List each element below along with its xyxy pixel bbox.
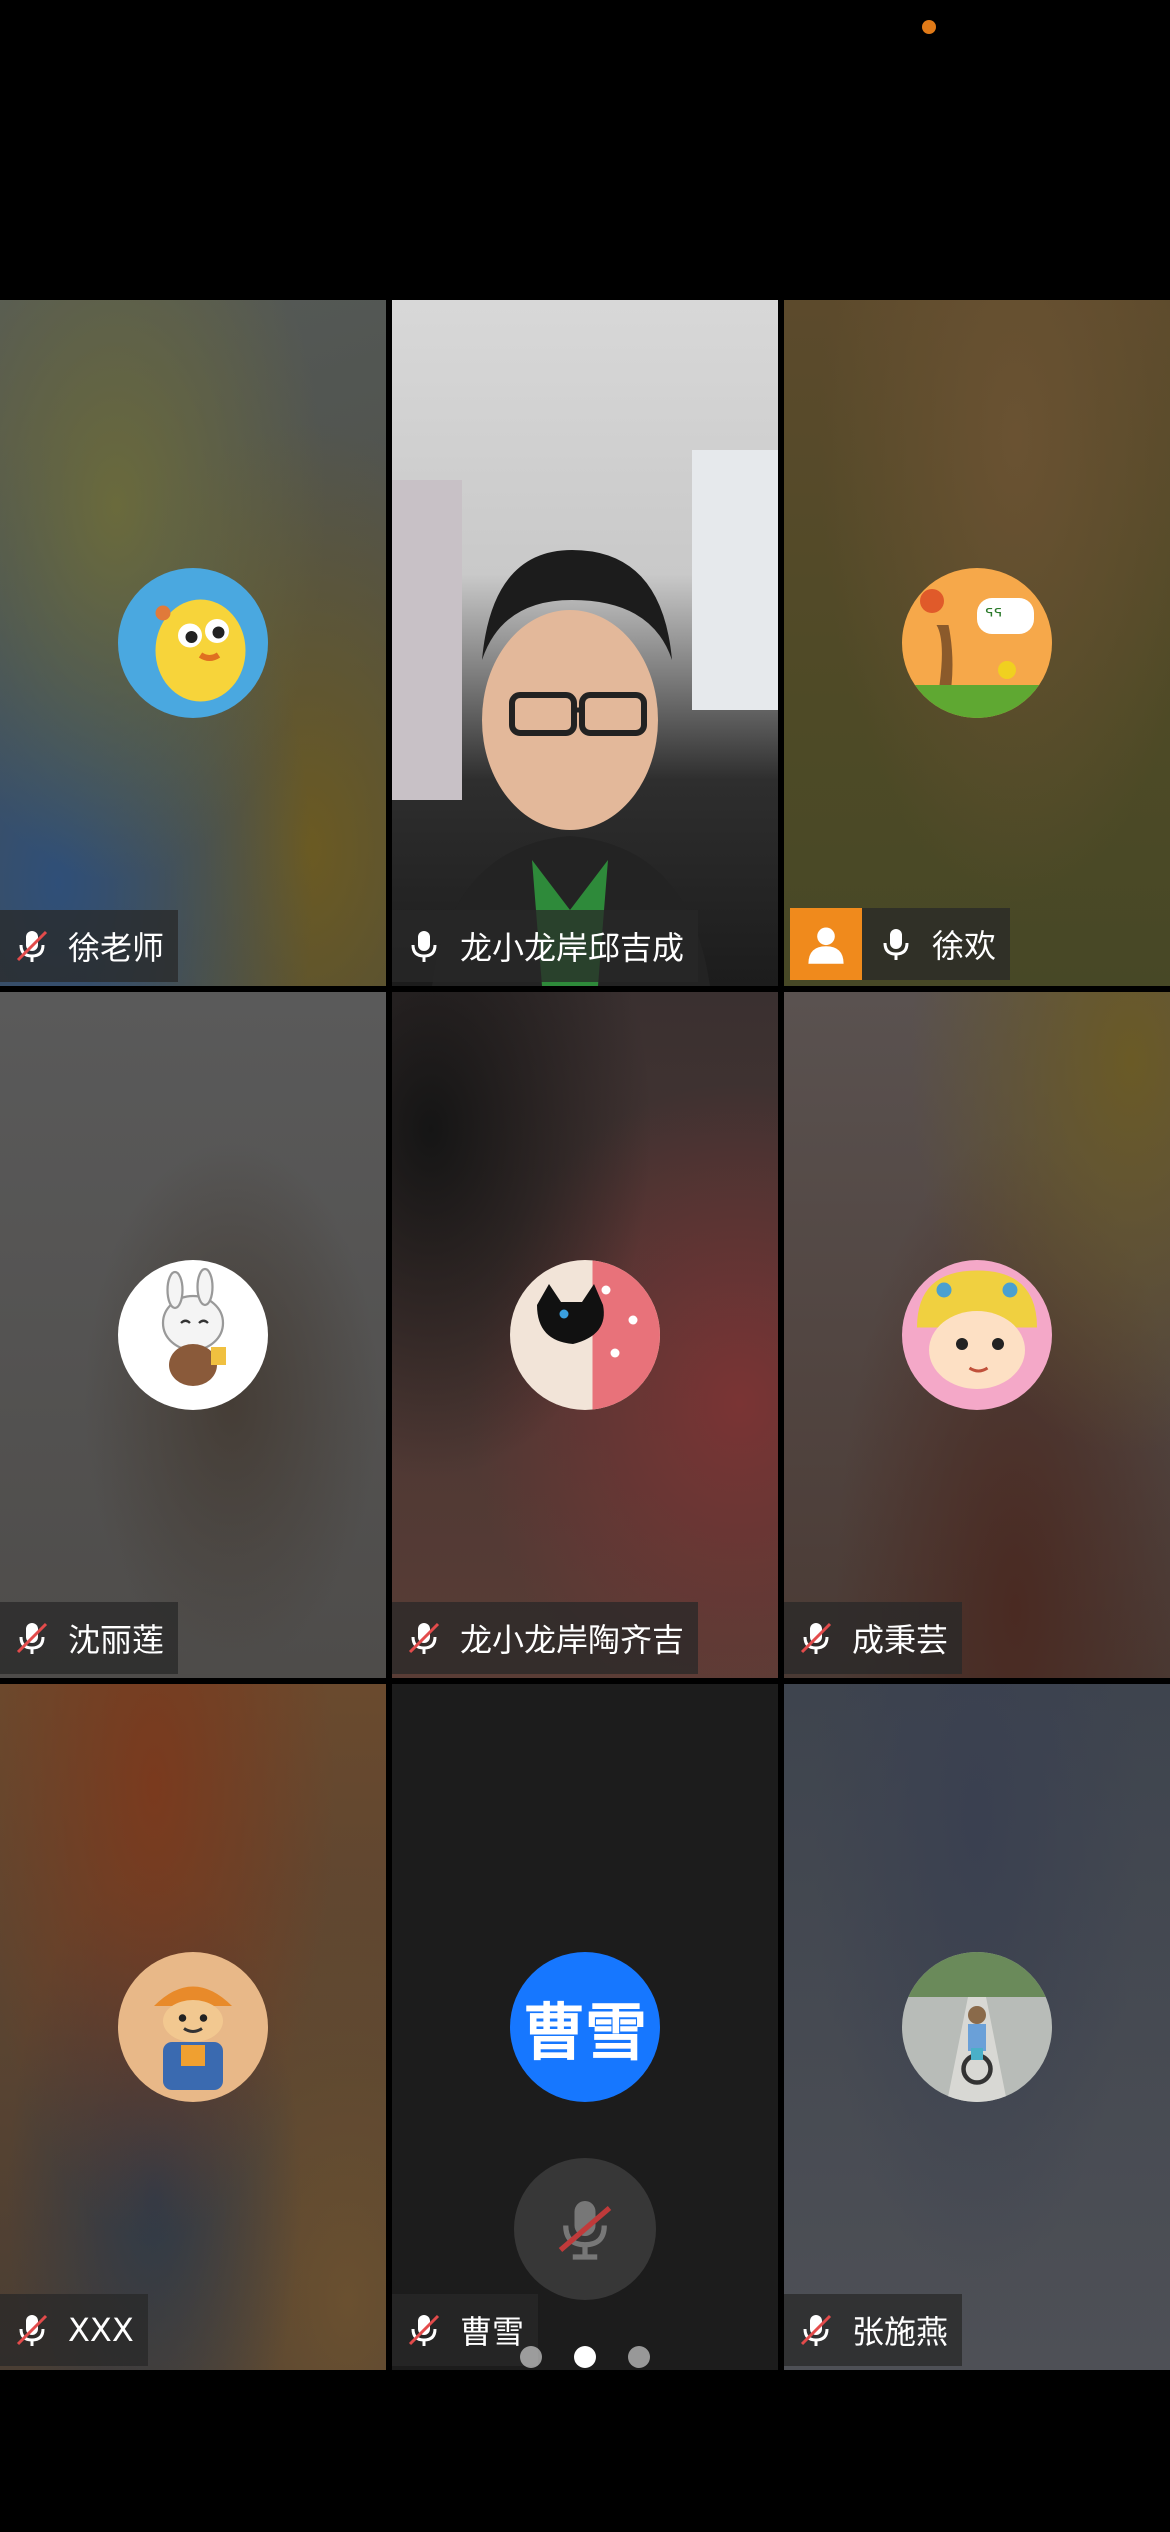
user-icon (790, 908, 862, 980)
mic-muted-icon (10, 924, 54, 968)
participant-name-tag: 沈丽莲 (0, 1602, 179, 1674)
participant-tile-self[interactable]: 曹雪 曹雪 (392, 1684, 778, 2370)
participant-name: 龙小龙岸邱吉成 (460, 929, 685, 967)
cartoon-girl-avatar (902, 1260, 1052, 1410)
participant-tile-active-speaker[interactable]: ᕐᕐ 徐欢 (784, 300, 1170, 986)
mic-muted-icon (794, 1616, 838, 1660)
participant-name-tag: 成秉芸 (784, 1602, 963, 1674)
participant-name: 徐老师 (68, 929, 165, 967)
participant-name: XXX (68, 2311, 134, 2349)
mic-icon (402, 924, 446, 968)
video-grid: 徐老师 龙小龙岸邱吉成 ᕐᕐ 徐欢 沈丽莲 龙小龙岸陶齐吉 成秉芸 XXX 曹雪… (0, 300, 1170, 2370)
notification-dot (922, 20, 936, 34)
cartoon-worker-avatar (118, 1952, 268, 2102)
participant-name-tag: 徐老师 (0, 910, 179, 982)
participant-name: 徐欢 (932, 927, 997, 965)
mute-toggle-button[interactable] (514, 2158, 656, 2300)
yellow-bird-avatar (118, 568, 268, 718)
mic-muted-icon (402, 1616, 446, 1660)
participant-name-tag: 龙小龙岸邱吉成 (392, 910, 699, 982)
participant-tile[interactable]: 沈丽莲 (0, 992, 386, 1678)
page-indicator[interactable] (0, 2346, 1170, 2374)
mic-icon (874, 922, 918, 966)
black-cat-avatar (510, 1260, 660, 1410)
person-video-icon (392, 450, 778, 986)
page-dot[interactable] (628, 2346, 650, 2368)
white-rabbit-avatar (118, 1260, 268, 1410)
participant-tile[interactable]: 徐老师 (0, 300, 386, 986)
mic-muted-icon (10, 1616, 54, 1660)
participant-name: 龙小龙岸陶齐吉 (460, 1621, 685, 1659)
participant-tile[interactable]: 龙小龙岸陶齐吉 (392, 992, 778, 1678)
participant-tile[interactable]: 成秉芸 (784, 992, 1170, 1678)
participant-name-tag: 徐欢 (790, 908, 1011, 980)
page-dot-current[interactable] (574, 2346, 596, 2368)
page-dot[interactable] (520, 2346, 542, 2368)
participant-name: 成秉芸 (852, 1621, 949, 1659)
child-bike-photo-avatar (902, 1952, 1052, 2102)
participant-tile-video[interactable]: 龙小龙岸邱吉成 (392, 300, 778, 986)
participant-name-tag: 龙小龙岸陶齐吉 (392, 1602, 699, 1674)
kids-drawing-avatar: ᕐᕐ (902, 568, 1052, 718)
participant-tile[interactable]: XXX (0, 1684, 386, 2370)
svg-text:ᕐᕐ: ᕐᕐ (985, 605, 1003, 629)
participant-name: 沈丽莲 (68, 1621, 165, 1659)
text-avatar: 曹雪 (510, 1952, 660, 2102)
mic-muted-icon (558, 2201, 612, 2260)
participant-tile[interactable]: 张施燕 (784, 1684, 1170, 2370)
